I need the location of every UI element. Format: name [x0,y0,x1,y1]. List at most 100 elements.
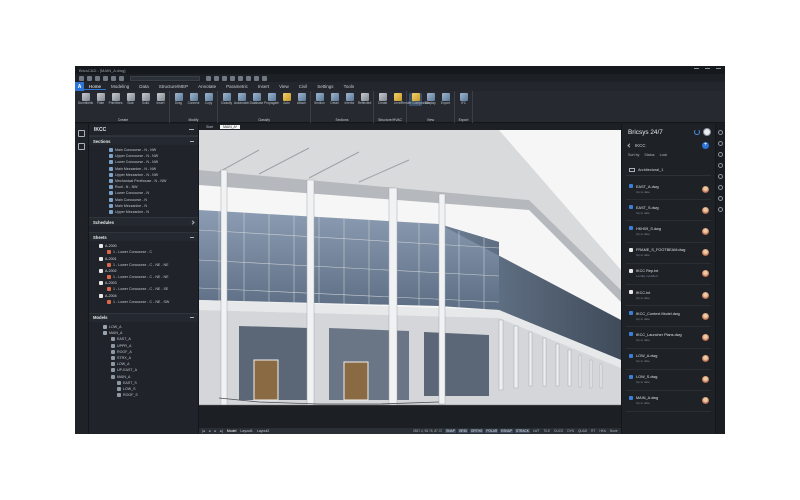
sheet-view-item[interactable]: 1 - Lower Concourse - C - NE - SW [89,299,198,305]
redo-icon[interactable] [119,75,124,81]
insert-button[interactable]: Insert [154,93,167,106]
collapse-icon[interactable] [190,236,194,238]
search-icon[interactable] [718,207,723,212]
chevron-right-icon[interactable] [190,219,195,225]
linetype-icon[interactable] [222,75,227,81]
next-layout-icon[interactable]: ▸ [214,429,216,433]
status-toggle-dyn[interactable]: DYN [566,429,575,433]
minimize-icon[interactable] [694,67,699,73]
file-item[interactable]: EAST_A.dwg Up to date [626,179,711,201]
settings-icon[interactable] [718,185,723,190]
copy-button[interactable]: Copy [202,93,215,106]
color-icon[interactable] [214,75,219,81]
user-avatar[interactable] [703,128,711,136]
file-item[interactable]: FRAME_S_FOOTBEAM.dwg Up to date [626,243,711,264]
print-icon[interactable] [103,75,108,81]
plate-button[interactable]: Plate [94,93,107,106]
collapse-icon[interactable] [189,129,194,130]
reflected-button[interactable]: Reflected [358,93,371,106]
last-layout-icon[interactable]: ▸| [220,429,223,433]
structure-icon[interactable] [718,152,723,157]
zoom-icon[interactable] [262,75,267,81]
propagate-button[interactable]: Propagate [264,93,279,106]
ifc-button[interactable]: IFC [457,93,470,106]
file-item[interactable]: MAIN_A.dwg Up to date [626,391,711,413]
status-toggle-strack[interactable]: STRACK [514,429,530,433]
drag-button[interactable]: Drag [172,93,185,106]
file-item[interactable]: LOW_S.dwg Up to date [626,370,711,391]
attach-button[interactable]: Attach [295,93,308,106]
tab-parametric[interactable]: Parametric [221,84,253,89]
schedules-header[interactable]: Schedules [89,217,198,227]
tab-modeling[interactable]: Modeling [106,84,134,89]
sheets-header[interactable]: Sheets [89,232,198,242]
layers-icon[interactable] [78,143,85,150]
sort-status-button[interactable]: Status [644,153,654,157]
section-button[interactable]: Section [313,93,326,106]
document-tab-start[interactable]: Start [203,125,216,129]
tab-insert[interactable]: Insert [253,84,274,89]
layout-tab-layout2[interactable]: Layout2 [257,429,269,433]
sort-lock-button[interactable]: Lock [660,153,668,157]
status-toggle-grid[interactable]: GRID [457,429,468,433]
close-icon[interactable] [716,67,721,73]
tab-tools[interactable]: Tools [339,84,360,89]
status-toggle-polar[interactable]: POLAR [485,429,499,433]
add-icon[interactable]: + [702,141,709,149]
new-file-icon[interactable] [79,75,84,81]
layer-dropdown[interactable] [130,75,200,81]
folder-item[interactable]: Architectural_1 [626,164,711,176]
file-item[interactable]: EAST_S.dwg Up to date [626,200,711,222]
status-toggle-quad[interactable]: QUAD [577,429,588,433]
document-tab-main-a[interactable]: MAIN_A* [220,125,241,129]
refresh-icon[interactable] [694,129,700,135]
home-icon[interactable] [78,130,85,137]
file-item[interactable]: IKCC_Launcher Plans.dwg Up to date [626,327,711,349]
status-toggle-ducs[interactable]: DUCS [553,429,564,433]
status-toggle-ortho[interactable]: ORTHO [469,429,484,433]
database-button[interactable]: Database [250,93,263,106]
file-item[interactable]: HKH09_S.dwg Up to date [626,221,711,243]
tab-data[interactable]: Data [134,84,154,89]
interior-button[interactable]: Interior [343,93,356,106]
maximize-icon[interactable] [705,67,710,73]
tab-view[interactable]: View [274,84,294,89]
detail-button[interactable]: Detail [328,93,341,106]
slab-button[interactable]: Slab [124,93,137,106]
undo-icon[interactable] [111,75,116,81]
tab-civil[interactable]: Civil [294,84,313,89]
status-toggle-rt[interactable]: RT [590,429,596,433]
status-toggle-snap[interactable]: SNAP [445,429,456,433]
help-icon[interactable] [718,196,723,201]
models-header[interactable]: Models [89,312,198,322]
automatch-button[interactable]: Automatch [234,93,249,106]
file-item[interactable]: IKCC.txt Up to date [626,285,711,307]
first-layout-icon[interactable]: |◂ [202,429,205,433]
model-item[interactable]: ROOF_S [89,392,198,398]
create-button[interactable]: Create [376,93,389,106]
auto-button[interactable]: Auto [280,93,293,106]
properties-icon[interactable] [718,141,723,146]
layer-properties-icon[interactable] [206,75,211,81]
visual-style-icon[interactable] [238,75,243,81]
status-toggle-lwt[interactable]: LWT [532,429,541,433]
render-icon[interactable] [254,75,259,81]
status-toggle-hka[interactable]: HKA [598,429,607,433]
layout-tab-layout1[interactable]: Layout1 [240,429,252,433]
display-button[interactable]: Display [424,93,437,106]
classify-button[interactable]: Classify [220,93,233,106]
model-render[interactable] [199,130,621,428]
connect-button[interactable]: Connect [187,93,200,106]
tab-home[interactable]: Home [84,84,107,90]
open-file-icon[interactable] [87,75,92,81]
primitives-button[interactable]: Primitives [109,93,122,106]
prev-layout-icon[interactable]: ◂ [209,429,211,433]
file-item[interactable]: IKCC_Context Model.dwg Up to date [626,306,711,328]
file-item[interactable]: LOW_A.dwg Up to date [626,349,711,370]
dumbbells-button[interactable]: Dumbbells [78,93,93,106]
bricsys-247-icon[interactable] [718,130,723,135]
export-button[interactable]: Export [439,93,452,106]
save-icon[interactable] [95,75,100,81]
section-item[interactable]: Upper Mezzanine - N [89,209,198,215]
collapse-icon[interactable] [190,317,194,319]
